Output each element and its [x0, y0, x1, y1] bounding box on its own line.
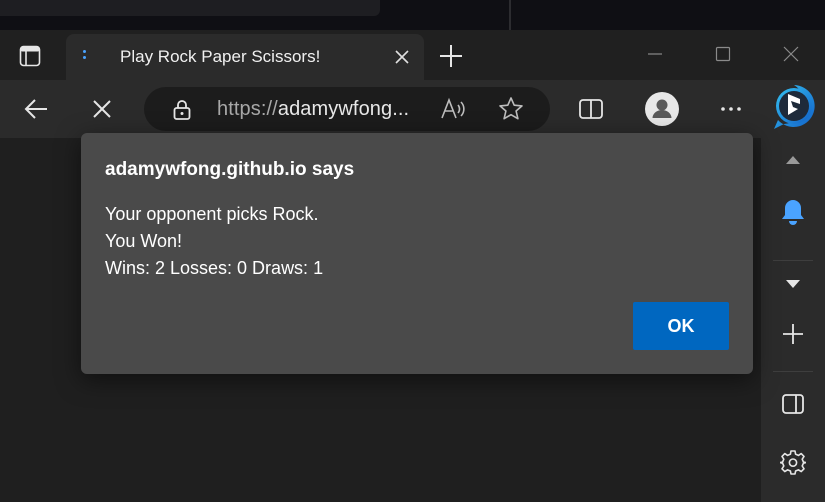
- bing-icon: [774, 85, 815, 129]
- stop-icon: [93, 100, 111, 118]
- chevron-up-icon: [786, 156, 800, 164]
- sidebar-divider: [773, 260, 813, 261]
- url-text[interactable]: https://adamywfong...: [217, 98, 409, 121]
- alert-dialog: adamywfong.github.io says Your opponent …: [81, 133, 753, 374]
- maximize-icon: [715, 46, 731, 62]
- url-host: adamywfong...: [277, 98, 410, 120]
- desktop-background: [0, 0, 825, 30]
- close-icon: [395, 50, 409, 64]
- bell-icon: [782, 200, 804, 225]
- plus-icon: [783, 324, 803, 344]
- dialog-message-line: Wins: 2 Losses: 0 Draws: 1: [105, 258, 324, 278]
- profile-icon: [645, 92, 679, 126]
- favorite-button[interactable]: [498, 96, 524, 122]
- ok-button[interactable]: OK: [633, 302, 729, 350]
- sidebar-divider: [773, 371, 813, 372]
- lock-icon: [173, 100, 191, 120]
- maximize-button[interactable]: [700, 39, 746, 69]
- sidebar-scroll-up-button[interactable]: [761, 146, 825, 172]
- profile-button[interactable]: [642, 89, 682, 129]
- more-button[interactable]: [711, 89, 751, 129]
- navigation-toolbar: https://adamywfong...: [0, 80, 825, 138]
- dialog-header: adamywfong.github.io says: [105, 159, 355, 180]
- read-aloud-button[interactable]: [440, 97, 468, 121]
- edge-sidebar: [761, 138, 825, 502]
- star-icon: [499, 97, 523, 120]
- sidebar-settings-button[interactable]: [761, 442, 825, 482]
- loading-favicon: [80, 48, 96, 64]
- dialog-message-line: Your opponent picks Rock.: [105, 204, 319, 224]
- dialog-message-line: You Won!: [105, 231, 183, 251]
- split-screen-button[interactable]: [571, 89, 611, 129]
- tab-actions-icon: [19, 45, 41, 67]
- new-tab-button[interactable]: [437, 42, 465, 70]
- minimize-button[interactable]: [632, 39, 678, 69]
- background-window: [0, 0, 380, 16]
- dialog-message: Your opponent picks Rock. You Won! Wins:…: [105, 201, 323, 282]
- tab-actions-button[interactable]: [14, 42, 46, 70]
- close-icon: [783, 46, 799, 62]
- back-button[interactable]: [16, 89, 56, 129]
- hide-sidebar-button[interactable]: [761, 384, 825, 424]
- bing-chat-button[interactable]: [770, 82, 818, 132]
- stop-button[interactable]: [82, 89, 122, 129]
- split-screen-icon: [579, 99, 603, 119]
- window-close-button[interactable]: [768, 39, 814, 69]
- read-aloud-icon: [441, 97, 465, 119]
- background-divider: [509, 0, 511, 30]
- tab-active[interactable]: Play Rock Paper Scissors!: [66, 34, 424, 80]
- tab-title: Play Rock Paper Scissors!: [120, 47, 321, 66]
- chevron-down-icon: [786, 280, 800, 288]
- more-icon: [721, 107, 741, 111]
- address-bar[interactable]: https://adamywfong...: [144, 87, 550, 131]
- tab-close-button[interactable]: [392, 47, 412, 67]
- sidebar-add-button[interactable]: [761, 314, 825, 354]
- gear-icon: [780, 450, 806, 475]
- sidebar-scroll-down-button[interactable]: [761, 272, 825, 298]
- back-arrow-icon: [24, 99, 47, 119]
- site-info-button[interactable]: [170, 98, 194, 122]
- plus-icon: [440, 45, 462, 67]
- sidebar-layout-icon: [782, 394, 804, 414]
- title-bar: Play Rock Paper Scissors!: [0, 30, 825, 80]
- minimize-icon: [648, 53, 662, 55]
- url-protocol: https://: [217, 98, 278, 120]
- sidebar-notifications-button[interactable]: [761, 192, 825, 232]
